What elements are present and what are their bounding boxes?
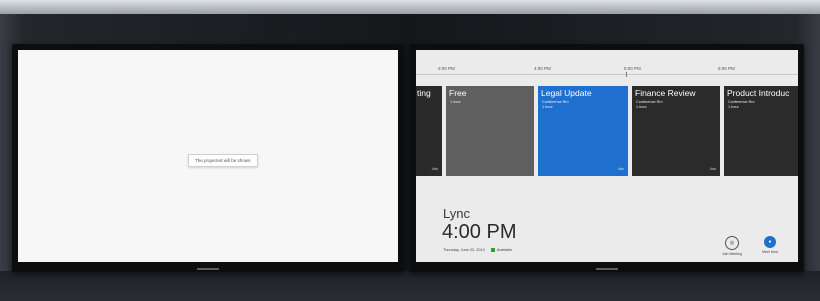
meet-icon: ◎ <box>725 236 739 250</box>
timeline-tick: 5:00 PM <box>624 66 641 71</box>
presence-dot-icon <box>490 248 495 252</box>
action-label: Meet Now <box>762 250 778 254</box>
meeting-location: Conference Rm <box>728 100 755 104</box>
meeting-duration: 1 hour <box>542 105 553 109</box>
meeting-title: Product Introduc <box>727 88 790 98</box>
tv-brand-logo <box>197 268 219 270</box>
meeting-tile-selected[interactable]: Legal Update Conference Rm 1 hour Join <box>538 86 628 176</box>
presence-status: Available <box>496 248 513 252</box>
meeting-location: Conference Rm <box>636 100 663 104</box>
join-link[interactable]: Join <box>710 167 716 171</box>
ceiling-strip <box>0 0 820 14</box>
timeline-line <box>416 74 798 75</box>
meeting-title: Legal Update <box>541 88 592 98</box>
timeline-tick: 6:00 PM <box>718 66 735 71</box>
meeting-duration: 1 hour <box>636 105 647 109</box>
left-tv: The projected will be shown <box>12 44 404 272</box>
meet-now-button[interactable]: ● Meet Now <box>748 236 792 254</box>
meeting-duration: 1 hour <box>728 105 739 109</box>
date-status-line: Thursday, June 20, 2013 Available <box>443 248 512 252</box>
meeting-title: Finance Review <box>635 88 696 98</box>
meeting-duration: 1 hour <box>450 100 461 104</box>
right-tv: 3:00 PM 4:00 PM 5:00 PM 6:00 PM ting Joi… <box>410 44 804 272</box>
meeting-tiles: ting Join Free 1 hour Legal Update Confe… <box>416 86 798 176</box>
timeline-tick: 4:00 PM <box>534 66 551 71</box>
join-link[interactable]: Join <box>618 167 624 171</box>
meeting-tile[interactable]: ting Join <box>416 86 442 176</box>
current-time: 4:00 PM <box>442 221 517 243</box>
meeting-tile[interactable]: Product Introduc Conference Rm 1 hour <box>724 86 798 176</box>
timeline-tick: 3:00 PM <box>438 66 455 71</box>
meeting-tile[interactable]: Free 1 hour <box>446 86 534 176</box>
left-screen: The projected will be shown <box>18 50 398 262</box>
schedule-timeline: 3:00 PM 4:00 PM 5:00 PM 6:00 PM <box>416 50 798 78</box>
meet-now-icon: ● <box>764 236 776 248</box>
current-date: Thursday, June 20, 2013 <box>443 248 485 252</box>
meeting-title: Free <box>449 88 467 98</box>
meeting-tile[interactable]: Finance Review Conference Rm 1 hour Join <box>632 86 720 176</box>
meeting-title: ting <box>417 88 431 98</box>
meeting-location: Conference Rm <box>542 100 569 104</box>
join-link[interactable]: Join <box>432 167 438 171</box>
app-title: Lync <box>443 206 470 221</box>
lync-room-screen: 3:00 PM 4:00 PM 5:00 PM 6:00 PM ting Joi… <box>416 50 798 262</box>
now-marker <box>626 72 627 77</box>
projector-message: The projected will be shown <box>188 154 258 167</box>
floor <box>0 271 820 301</box>
tv-brand-logo <box>596 268 618 270</box>
